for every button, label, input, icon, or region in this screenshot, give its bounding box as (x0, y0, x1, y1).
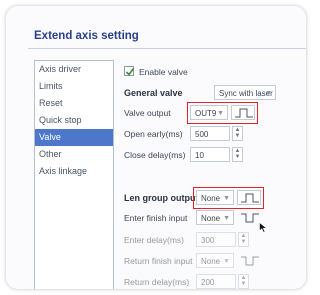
chevron-down-icon: ▼ (223, 258, 230, 265)
open-early-row: Open early(ms) 500 ▲ ▼ (124, 126, 306, 142)
enter-delay-stepper[interactable]: ▲ ▼ (238, 232, 249, 247)
return-finish-level-button[interactable] (237, 253, 261, 268)
valve-settings-panel: Enable valve General valve Sync with las… (124, 58, 306, 289)
enter-delay-input[interactable]: 300 (196, 232, 236, 247)
open-early-label: Open early(ms) (124, 129, 183, 139)
enable-valve-row: Enable valve (124, 64, 244, 80)
close-delay-input[interactable]: 10 (190, 147, 230, 162)
sidebar-item-quick-stop[interactable]: Quick stop (35, 112, 113, 129)
return-delay-label: Return delay(ms) (124, 277, 190, 287)
enter-delay-row: Enter delay(ms) 300 ▲ ▼ (124, 232, 306, 248)
window-title: Extend axis setting (34, 30, 139, 42)
valve-output-label: Valve output (124, 108, 171, 118)
open-early-stepper[interactable]: ▲ ▼ (232, 126, 243, 141)
close-delay-label: Close delay(ms) (124, 150, 186, 160)
return-delay-input[interactable]: 200 (196, 274, 236, 289)
checkmark-icon (125, 68, 135, 76)
return-finish-select[interactable]: None ▼ (196, 253, 234, 268)
sidebar-item-other[interactable]: Other (35, 146, 113, 163)
chevron-down-icon: ▼ (265, 90, 272, 97)
sidebar-item-reset[interactable]: Reset (35, 95, 113, 112)
return-delay-stepper[interactable]: ▲ ▼ (238, 274, 249, 289)
settings-window: Extend axis setting Axis driver Limits R… (6, 6, 306, 289)
len-group-output-label: Len group output (124, 193, 199, 203)
len-group-output-highlight (193, 187, 264, 209)
enter-finish-select[interactable]: None ▼ (196, 210, 234, 225)
enable-valve-checkbox[interactable] (124, 66, 135, 76)
stepper-down-icon[interactable]: ▼ (233, 154, 242, 160)
enter-finish-label: Enter finish input (124, 213, 188, 223)
return-finish-label: Return finish input (124, 256, 193, 266)
stepper-down-icon[interactable]: ▼ (233, 133, 242, 139)
close-delay-stepper[interactable]: ▲ ▼ (232, 147, 243, 162)
sidebar-item-limits[interactable]: Limits (35, 78, 113, 95)
close-delay-row: Close delay(ms) 10 ▲ ▼ (124, 147, 306, 163)
general-valve-select[interactable]: Sync with laser ▼ (214, 85, 276, 100)
enter-finish-row: Enter finish input None ▼ (124, 210, 306, 226)
return-delay-row: Return delay(ms) 200 ▲ ▼ (124, 274, 306, 289)
return-finish-value: None (201, 257, 221, 266)
enter-delay-label: Enter delay(ms) (124, 235, 184, 245)
general-valve-row: General valve Sync with laser ▼ (124, 85, 306, 101)
enter-finish-value: None (201, 214, 221, 223)
falling-edge-icon (241, 256, 259, 266)
open-early-input[interactable]: 500 (190, 126, 230, 141)
falling-edge-icon (241, 213, 259, 223)
general-valve-label: General valve (124, 88, 183, 98)
enter-finish-level-button[interactable] (237, 210, 261, 225)
title-divider (28, 48, 306, 49)
stepper-down-icon[interactable]: ▼ (239, 281, 248, 287)
enable-valve-label: Enable valve (139, 67, 188, 77)
valve-output-highlight (187, 102, 258, 124)
settings-sidebar: Axis driver Limits Reset Quick stop Valv… (34, 60, 114, 289)
mouse-cursor-icon (259, 222, 267, 233)
sidebar-item-valve[interactable]: Valve (35, 129, 113, 146)
stepper-down-icon[interactable]: ▼ (239, 239, 248, 245)
sidebar-item-axis-linkage[interactable]: Axis linkage (35, 163, 113, 180)
chevron-down-icon: ▼ (223, 215, 230, 222)
return-finish-row: Return finish input None ▼ (124, 253, 306, 269)
sidebar-item-axis-driver[interactable]: Axis driver (35, 61, 113, 78)
